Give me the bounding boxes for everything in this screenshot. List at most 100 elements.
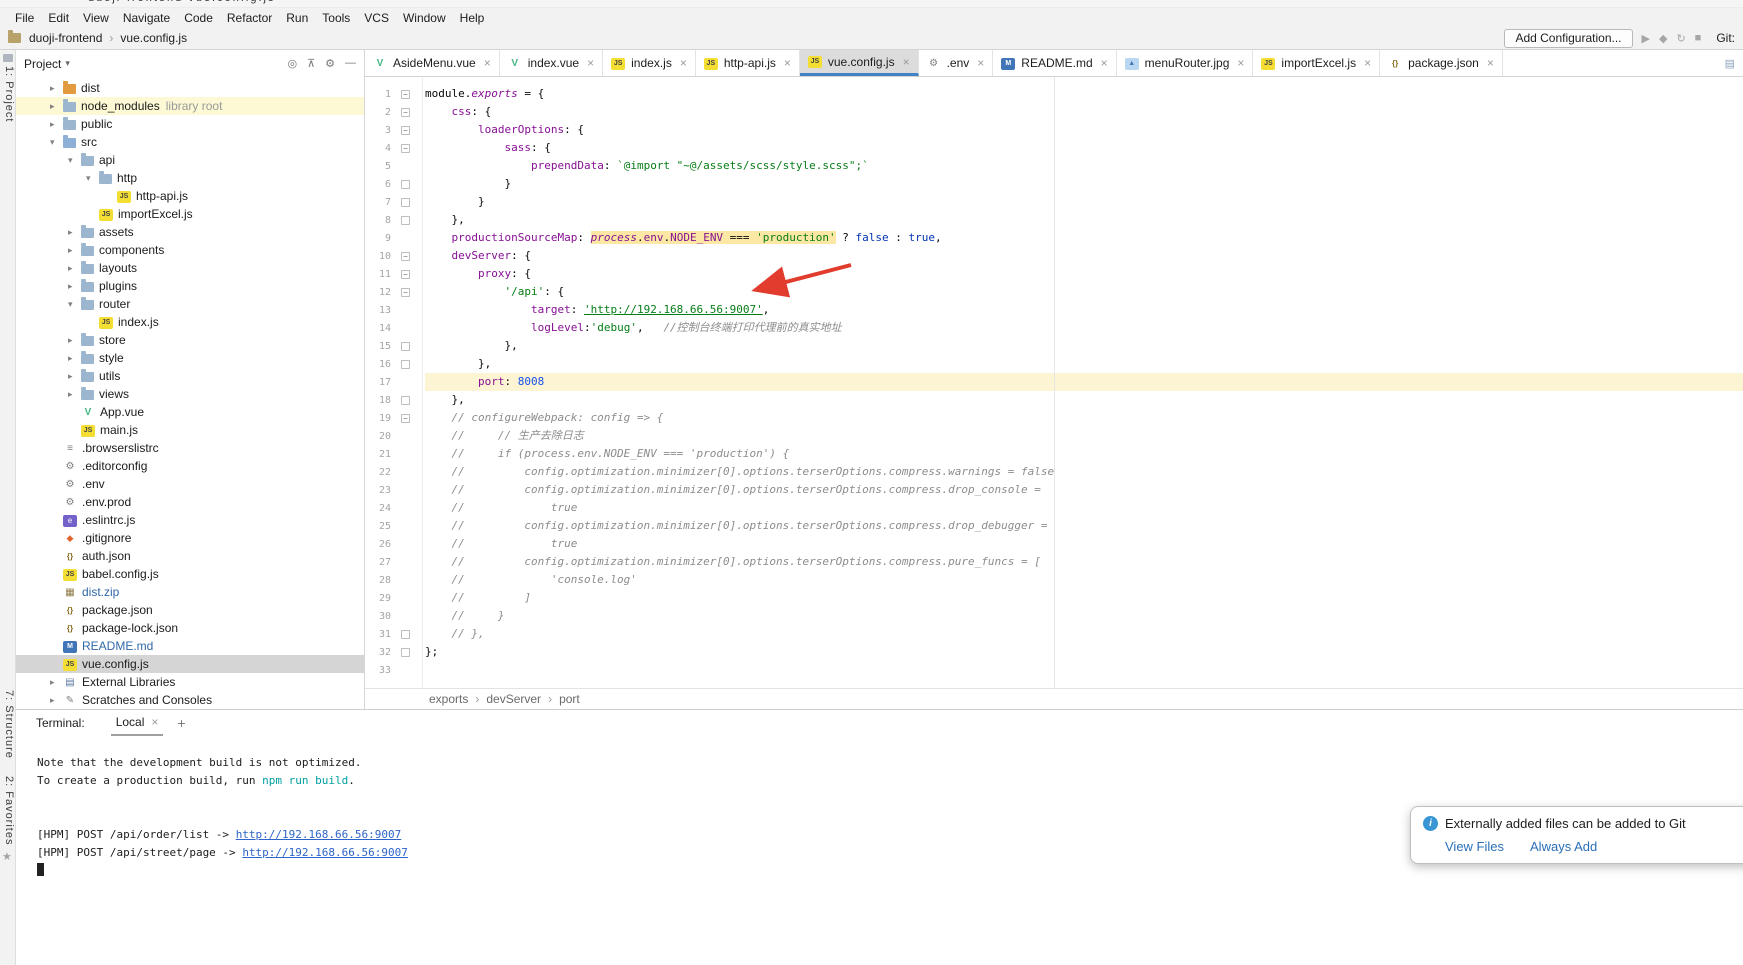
- toolbar-breadcrumb-project[interactable]: duoji-frontend: [29, 31, 102, 45]
- tree-item-Scratches and Consoles[interactable]: ▸✎Scratches and Consoles: [16, 691, 364, 709]
- chevron-collapsed-icon[interactable]: ▸: [68, 263, 81, 274]
- tree-item-style[interactable]: ▸style: [16, 349, 364, 367]
- close-terminal-tab-icon[interactable]: ×: [151, 715, 158, 729]
- tree-item-.browserslistrc[interactable]: ≡.browserslistrc: [16, 439, 364, 457]
- chevron-collapsed-icon[interactable]: ▸: [50, 695, 63, 706]
- new-terminal-icon[interactable]: +: [177, 715, 185, 731]
- terminal-link[interactable]: http://192.168.66.56:9007: [242, 846, 408, 859]
- tree-item-.env[interactable]: ⚙.env: [16, 475, 364, 493]
- fold-end-icon[interactable]: [401, 180, 410, 189]
- tree-item-utils[interactable]: ▸utils: [16, 367, 364, 385]
- editor-tab-importExcel.js[interactable]: JSimportExcel.js×: [1253, 50, 1380, 76]
- chevron-collapsed-icon[interactable]: ▸: [68, 281, 81, 292]
- fold-end-icon[interactable]: [401, 396, 410, 405]
- tree-item-public[interactable]: ▸public: [16, 115, 364, 133]
- menu-file[interactable]: File: [8, 9, 41, 27]
- chevron-expanded-icon[interactable]: ▾: [86, 173, 99, 184]
- breadcrumb-devServer[interactable]: devServer: [486, 692, 541, 706]
- menu-view[interactable]: View: [76, 9, 116, 27]
- tree-item-dist.zip[interactable]: ▦dist.zip: [16, 583, 364, 601]
- tree-item-.env.prod[interactable]: ⚙.env.prod: [16, 493, 364, 511]
- tree-item-importExcel.js[interactable]: JSimportExcel.js: [16, 205, 364, 223]
- close-tab-icon[interactable]: ×: [903, 55, 910, 69]
- chevron-collapsed-icon[interactable]: ▸: [50, 119, 63, 130]
- close-tab-icon[interactable]: ×: [1487, 56, 1494, 70]
- fold-collapse-icon[interactable]: −: [401, 252, 410, 261]
- menu-navigate[interactable]: Navigate: [116, 9, 177, 27]
- tree-item-README.md[interactable]: MREADME.md: [16, 637, 364, 655]
- favorites-star-icon[interactable]: ★: [2, 850, 12, 863]
- run-icon[interactable]: ▶: [1642, 32, 1650, 45]
- chevron-collapsed-icon[interactable]: ▸: [68, 371, 81, 382]
- tree-item-http-api.js[interactable]: JShttp-api.js: [16, 187, 364, 205]
- tree-item-store[interactable]: ▸store: [16, 331, 364, 349]
- editor-tab-vue.config.js[interactable]: JSvue.config.js×: [800, 50, 919, 76]
- fold-end-icon[interactable]: [401, 648, 410, 657]
- settings-gear-icon[interactable]: ⚙: [325, 57, 335, 70]
- close-tab-icon[interactable]: ×: [977, 56, 984, 70]
- chevron-expanded-icon[interactable]: ▾: [68, 155, 81, 166]
- menu-window[interactable]: Window: [396, 9, 453, 27]
- tree-item-package.json[interactable]: {}package.json: [16, 601, 364, 619]
- fold-collapse-icon[interactable]: −: [401, 144, 410, 153]
- chevron-down-icon[interactable]: ▾: [65, 58, 70, 69]
- fold-collapse-icon[interactable]: −: [401, 108, 410, 117]
- stop-icon[interactable]: ■: [1695, 32, 1702, 44]
- menu-refactor[interactable]: Refactor: [220, 9, 279, 27]
- close-tab-icon[interactable]: ×: [1237, 56, 1244, 70]
- tree-item-components[interactable]: ▸components: [16, 241, 364, 259]
- menu-vcs[interactable]: VCS: [357, 9, 396, 27]
- fold-collapse-icon[interactable]: −: [401, 414, 410, 423]
- tree-item-.editorconfig[interactable]: ⚙.editorconfig: [16, 457, 364, 475]
- editor-tab-.env[interactable]: ⚙.env×: [919, 50, 994, 76]
- tree-item-dist[interactable]: ▸dist: [16, 79, 364, 97]
- tree-item-.eslintrc.js[interactable]: e.eslintrc.js: [16, 511, 364, 529]
- editor-tab-README.md[interactable]: MREADME.md×: [993, 50, 1116, 76]
- tree-item-External Libraries[interactable]: ▸▤External Libraries: [16, 673, 364, 691]
- editor-tab-index.js[interactable]: JSindex.js×: [603, 50, 696, 76]
- toolwindow-button-project[interactable]: 1: Project: [1, 66, 15, 122]
- project-view-dropdown[interactable]: Project: [24, 57, 61, 71]
- collapse-all-icon[interactable]: ⊼: [307, 57, 315, 70]
- tree-item-vue.config.js[interactable]: JSvue.config.js: [16, 655, 364, 673]
- fold-collapse-icon[interactable]: −: [401, 270, 410, 279]
- editor-tab-index.vue[interactable]: Vindex.vue×: [500, 50, 603, 76]
- code-area[interactable]: module.exports = { css: { loaderOptions:…: [423, 77, 1743, 688]
- toolwindow-button-favorites[interactable]: 2: Favorites: [1, 776, 15, 845]
- view-files-link[interactable]: View Files: [1445, 839, 1504, 854]
- debug-icon[interactable]: ◆: [1659, 32, 1667, 45]
- menu-help[interactable]: Help: [453, 9, 492, 27]
- chevron-collapsed-icon[interactable]: ▸: [68, 245, 81, 256]
- chevron-collapsed-icon[interactable]: ▸: [68, 353, 81, 364]
- fold-end-icon[interactable]: [401, 198, 410, 207]
- menu-run[interactable]: Run: [279, 9, 315, 27]
- close-tab-icon[interactable]: ×: [784, 56, 791, 70]
- tree-item-App.vue[interactable]: VApp.vue: [16, 403, 364, 421]
- fold-collapse-icon[interactable]: −: [401, 288, 410, 297]
- git-branch-widget[interactable]: Git:: [1716, 31, 1735, 45]
- editor-tab-package.json[interactable]: {}package.json×: [1380, 50, 1503, 76]
- tree-item-src[interactable]: ▾src: [16, 133, 364, 151]
- tree-item-babel.config.js[interactable]: JSbabel.config.js: [16, 565, 364, 583]
- fold-end-icon[interactable]: [401, 630, 410, 639]
- chevron-expanded-icon[interactable]: ▾: [50, 137, 63, 148]
- editor-tab-menuRouter.jpg[interactable]: ▲menuRouter.jpg×: [1117, 50, 1254, 76]
- locate-file-icon[interactable]: ◎: [287, 57, 297, 70]
- fold-collapse-icon[interactable]: −: [401, 126, 410, 135]
- tree-item-layouts[interactable]: ▸layouts: [16, 259, 364, 277]
- chevron-collapsed-icon[interactable]: ▸: [68, 335, 81, 346]
- chevron-collapsed-icon[interactable]: ▸: [50, 83, 63, 94]
- chevron-collapsed-icon[interactable]: ▸: [50, 101, 63, 112]
- chevron-collapsed-icon[interactable]: ▸: [68, 389, 81, 400]
- tree-item-views[interactable]: ▸views: [16, 385, 364, 403]
- editor-tab-AsideMenu.vue[interactable]: VAsideMenu.vue×: [365, 50, 500, 76]
- menu-tools[interactable]: Tools: [315, 9, 357, 27]
- tree-item-plugins[interactable]: ▸plugins: [16, 277, 364, 295]
- toolbar-breadcrumb-file[interactable]: vue.config.js: [120, 31, 187, 45]
- tree-item-router[interactable]: ▾router: [16, 295, 364, 313]
- breadcrumb-exports[interactable]: exports: [429, 692, 468, 706]
- close-tab-icon[interactable]: ×: [587, 56, 594, 70]
- terminal-tab-local[interactable]: Local ×: [111, 710, 164, 736]
- tree-item-auth.json[interactable]: {}auth.json: [16, 547, 364, 565]
- breadcrumb-port[interactable]: port: [559, 692, 580, 706]
